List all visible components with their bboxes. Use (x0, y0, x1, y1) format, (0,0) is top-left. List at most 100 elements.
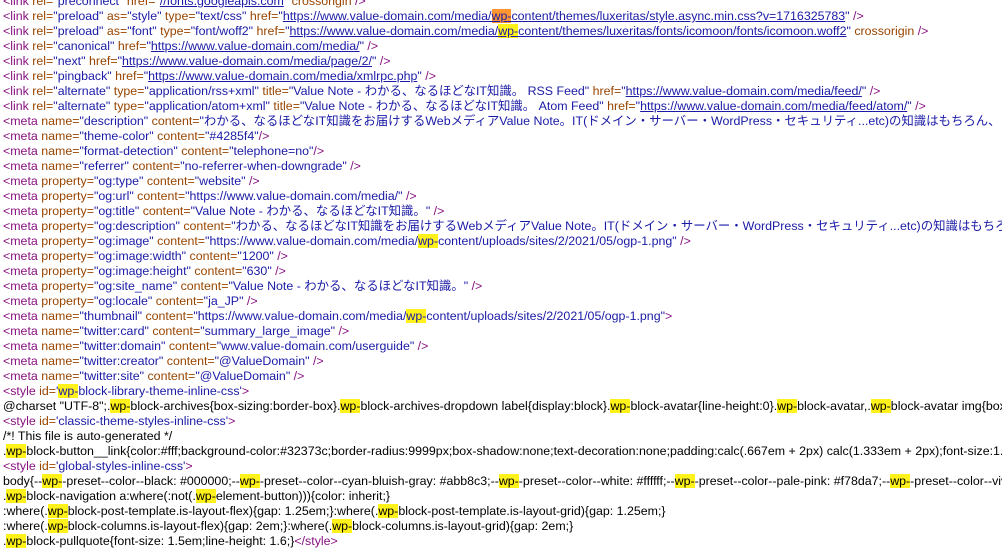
text-content: block-avatar,. (797, 399, 871, 413)
source-line: <meta name="twitter:site" content="@Valu… (3, 369, 304, 384)
page-source-view: <link rel="preconnect" href="//fonts.goo… (0, 0, 1002, 551)
attribute-value: "preconnect" (53, 0, 127, 8)
tag-token: <style (3, 414, 40, 428)
attribute-value: "preload" (53, 9, 107, 23)
attribute-name: rel= (32, 9, 54, 23)
source-line: <style id='global-styles-inline-css'> (3, 459, 193, 474)
attribute-value: "thumbnail" (79, 309, 146, 323)
tag-token: /> (290, 369, 305, 383)
attribute-name: content= (137, 189, 186, 203)
attribute-name: property= (41, 204, 94, 218)
attribute-name: content= (152, 324, 201, 338)
text-content: :where(. (3, 504, 48, 518)
attribute-value: "og:url" (93, 189, 138, 203)
text-content: -preset--color--white: #ffffff;-- (518, 474, 675, 488)
attribute-name: rel= (32, 24, 54, 38)
attribute-name: content= (157, 234, 206, 248)
text-content: block-pullquote{font-size: 1.5em;line-he… (26, 534, 295, 548)
attribute-value: "og:description" (93, 219, 184, 233)
text-content: block-columns.is-layout-grid){gap: 2em;} (352, 519, 574, 533)
attribute-name: id= (39, 384, 57, 398)
tag-token: <meta (3, 369, 42, 383)
search-match[interactable]: wp- (498, 24, 519, 38)
source-line: <meta name="theme-color" content="#4285f… (3, 129, 269, 144)
attribute-value: "https://www.value-domain.com/media/ (205, 234, 419, 248)
attribute-value: "twitter:site" (79, 369, 148, 383)
source-link[interactable]: https://www.value-domain.com/media/feed/… (640, 99, 907, 113)
tag-token: /> (911, 99, 926, 113)
search-match: wp- (418, 234, 439, 248)
attribute-value: "og:image:height" (93, 264, 195, 278)
tag-token: </style> (294, 534, 338, 548)
source-link[interactable]: https://www.value-domain.com/media/xmlrp… (148, 69, 417, 83)
text-content: -preset--color--pale-pink: #f78da7;-- (694, 474, 891, 488)
tag-token: /> (313, 144, 325, 158)
tag-token: <link (3, 54, 33, 68)
attribute-value: "og:type" (93, 174, 147, 188)
tag-token: <meta (3, 354, 42, 368)
attribute-name: href= (256, 24, 286, 38)
source-link[interactable]: //fonts.googleapis.com (160, 0, 284, 8)
source-line: <style id='wp-block-library-theme-inline… (3, 384, 249, 399)
search-match: wp- (47, 504, 68, 518)
attribute-name: name= (41, 324, 80, 338)
attribute-name: rel= (32, 0, 54, 8)
search-match: wp- (6, 444, 27, 458)
tag-token: <link (3, 84, 33, 98)
attribute-value: "referrer" (79, 159, 133, 173)
source-line: <meta name="description" content="わかる、なる… (3, 114, 1002, 129)
source-line: <meta property="og:title" content="Value… (3, 204, 444, 219)
text-content: block-avatar{line-height:0}. (630, 399, 778, 413)
attribute-name: content= (132, 159, 181, 173)
tag-token: > (228, 414, 236, 428)
tag-token: /> (271, 264, 286, 278)
tag-token: <meta (3, 219, 42, 233)
tag-token: /> (351, 0, 366, 8)
attribute-value: "pingback" (53, 69, 116, 83)
attribute-name: name= (41, 159, 80, 173)
attribute-value: "ja_JP" (203, 294, 244, 308)
attribute-name: rel= (32, 54, 54, 68)
attribute-name: property= (41, 174, 94, 188)
source-link[interactable]: content/themes/luxeritas/style.async.min… (511, 9, 845, 23)
source-line: <style id='classic-theme-styles-inline-c… (3, 414, 235, 429)
current-search-match[interactable]: wp- (491, 9, 512, 23)
attribute-name: content= (147, 369, 196, 383)
source-line: <meta name="twitter:creator" content="@V… (3, 354, 324, 369)
source-link[interactable]: https://www.value-domain.com/media/page/… (122, 54, 372, 68)
text-content: :where(. (3, 519, 48, 533)
attribute-value: block-library-theme-inline-css' (78, 384, 242, 398)
source-link[interactable]: content/themes/luxeritas/fonts/icomoon/f… (518, 24, 846, 38)
source-link[interactable]: https://www.value-domain.com/media/feed/ (626, 84, 862, 98)
text-content: block-archives-dropdown label{display:bl… (360, 399, 611, 413)
attribute-value: "og:image:width" (93, 249, 190, 263)
source-line: <meta property="og:description" content=… (3, 219, 1002, 234)
tag-token: /> (849, 9, 864, 23)
tag-token: <meta (3, 249, 42, 263)
tag-token: <meta (3, 189, 42, 203)
search-match: wp- (195, 489, 216, 503)
tag-token: > (664, 309, 673, 323)
attribute-name: crossorigin (854, 24, 915, 38)
source-line: <meta name="twitter:domain" content="www… (3, 339, 428, 354)
tag-token: <link (3, 24, 33, 38)
attribute-name: name= (41, 354, 80, 368)
search-match: wp- (6, 489, 27, 503)
tag-token: /> (346, 159, 361, 173)
source-line: <link rel="alternate" type="application/… (3, 84, 880, 99)
attribute-name: content= (181, 144, 230, 158)
tag-token: /> (402, 189, 417, 203)
tag-token: /> (430, 204, 445, 218)
source-line: @charset "UTF-8";.wp-block-archives{box-… (3, 399, 1002, 414)
attribute-value: "application/rss+xml" (144, 84, 263, 98)
attribute-name: title= (262, 84, 289, 98)
attribute-name: href= (592, 84, 622, 98)
tag-token: <meta (3, 294, 42, 308)
tag-token: <link (3, 9, 33, 23)
attribute-value: "Value Note - わかる、なるほどなIT知識。" (190, 204, 431, 218)
source-link[interactable]: https://www.value-domain.com/media/ (151, 39, 360, 53)
source-link[interactable]: https://www.value-domain.com/media/ (290, 24, 499, 38)
attribute-value: "canonical" (53, 39, 118, 53)
source-line: body{--wp--preset--color--black: #000000… (3, 474, 1002, 489)
source-link[interactable]: https://www.value-domain.com/media/ (283, 9, 492, 23)
